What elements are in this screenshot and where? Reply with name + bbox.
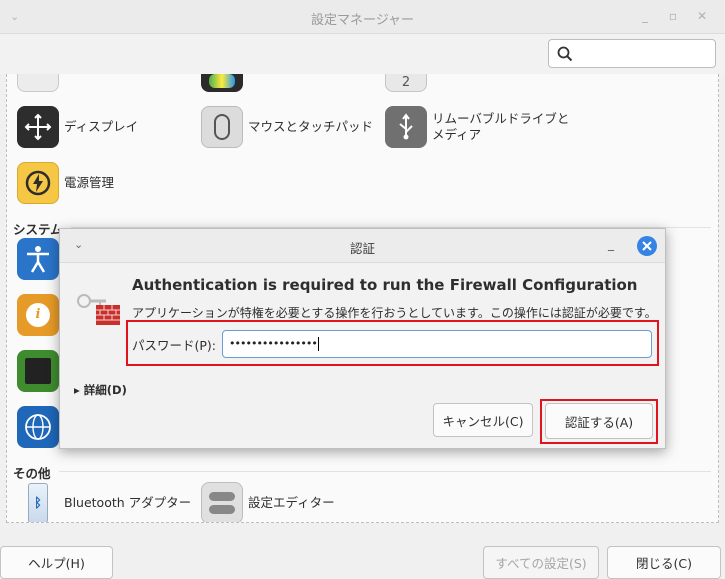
window-titlebar: ⌄ 設定マネージャー _ ▫ ✕ — [0, 0, 725, 34]
password-input[interactable]: •••••••••••••••• — [222, 330, 652, 358]
other-section-heading: その他 — [13, 466, 51, 481]
bluetooth-item[interactable]: ᛒ Bluetooth アダプター — [17, 482, 192, 522]
search-input[interactable] — [548, 39, 716, 68]
workspace-number: 2 — [401, 74, 411, 90]
info-icon[interactable]: i — [17, 294, 59, 336]
power-item[interactable]: 電源管理 — [17, 162, 114, 204]
mouse-label: マウスとタッチパッド — [248, 119, 374, 134]
dialog-title: 認証 — [349, 241, 375, 256]
hardware-chip-icon[interactable] — [17, 350, 59, 392]
all-settings-button[interactable]: すべての設定(S) — [483, 546, 599, 579]
firewall-key-icon — [76, 289, 124, 329]
cancel-button[interactable]: キャンセル(C) — [433, 403, 533, 437]
password-value: •••••••••••••••• — [229, 337, 318, 350]
authenticate-button[interactable]: 認証する(A) — [545, 403, 653, 439]
search-icon — [557, 46, 573, 62]
details-expander[interactable]: ▸ 詳細(D) — [74, 382, 127, 398]
system-section-heading: システム — [13, 222, 63, 237]
settings-editor-item[interactable]: 設定エディター — [201, 482, 335, 522]
window-title: 設定マネージャー — [310, 13, 415, 28]
dialog-minimize-icon[interactable]: _ — [608, 237, 614, 251]
usb-icon — [385, 106, 427, 148]
accessibility-icon[interactable] — [17, 238, 59, 280]
partial-color-icon[interactable] — [201, 74, 243, 92]
power-label: 電源管理 — [64, 175, 115, 190]
removable-drives-item[interactable]: リムーバブルドライブと メディア — [385, 106, 569, 148]
display-item[interactable]: ディスプレイ — [17, 106, 138, 148]
close-button[interactable]: 閉じる(C) — [607, 546, 721, 579]
minimize-icon[interactable]: _ — [637, 9, 653, 23]
bluetooth-label: Bluetooth アダプター — [64, 495, 192, 510]
removable-drives-label: リムーバブルドライブと メディア — [432, 111, 570, 142]
mouse-icon — [201, 106, 243, 148]
language-globe-icon[interactable] — [17, 406, 59, 448]
help-button[interactable]: ヘルプ(H) — [0, 546, 113, 579]
details-label: 詳細(D) — [83, 383, 127, 397]
bluetooth-icon: ᛒ — [17, 482, 59, 522]
mouse-item[interactable]: マウスとタッチパッド — [201, 106, 373, 148]
partial-tool-icon[interactable] — [17, 74, 59, 92]
expander-triangle-icon: ▸ — [74, 383, 80, 397]
dialog-titlebar: ⌄ 認証 _ — [60, 229, 665, 263]
dialog-close-icon[interactable] — [637, 236, 657, 256]
display-icon — [17, 106, 59, 148]
display-label: ディスプレイ — [64, 119, 139, 134]
close-window-icon[interactable]: ✕ — [694, 9, 710, 23]
authentication-dialog: ⌄ 認証 _ Authentication is required to run… — [59, 228, 666, 449]
settings-editor-label: 設定エディター — [248, 495, 335, 510]
power-icon — [17, 162, 59, 204]
dialog-heading: Authentication is required to run the Fi… — [132, 276, 638, 294]
other-section-divider — [59, 471, 711, 472]
dialog-description: アプリケーションが特権を必要とする操作を行おうとしています。この操作には認証が必… — [132, 306, 657, 320]
maximize-icon[interactable]: ▫ — [665, 9, 681, 23]
password-label: パスワード(P): — [132, 338, 217, 353]
partial-workspaces-icon[interactable]: 2 — [385, 74, 427, 92]
settings-editor-icon — [201, 482, 243, 522]
